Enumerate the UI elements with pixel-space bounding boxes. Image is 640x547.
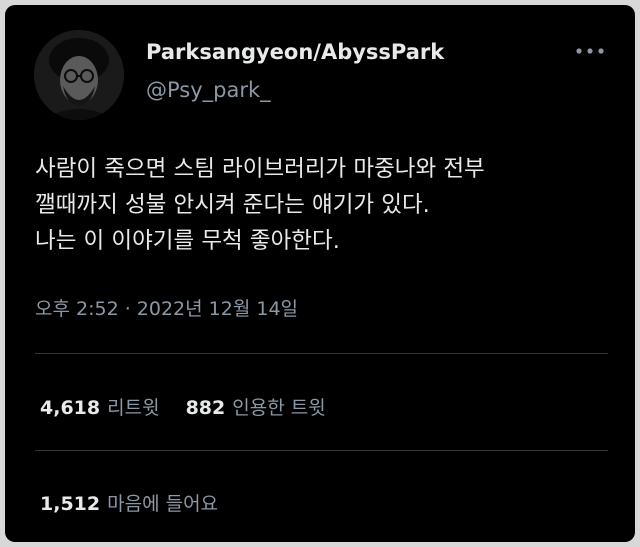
more-options-button[interactable] — [572, 41, 608, 61]
tweet-text-line: 깰때까지 성불 안시켜 준다는 얘기가 있다. — [35, 192, 430, 218]
retweets-stat[interactable]: 4,618 리트윗 — [40, 393, 160, 420]
quote-tweets-count: 882 — [185, 397, 226, 419]
quote-tweets-stat[interactable]: 882 인용한 트윗 — [186, 393, 326, 420]
user-handle[interactable]: @Psy_park_ — [146, 78, 271, 102]
quote-tweets-label: 인용한 트윗 — [232, 397, 326, 419]
engagement-stats-row: 4,618 리트윗 882 인용한 트윗 — [40, 393, 326, 420]
avatar[interactable] — [34, 30, 124, 120]
divider — [35, 353, 608, 354]
tweet-text: 사람이 죽으면 스팀 라이브러리가 마중나와 전부 깰때까지 성불 안시켜 준다… — [35, 151, 615, 259]
retweets-count: 4,618 — [40, 397, 101, 419]
likes-stat[interactable]: 1,512 마음에 들어요 — [40, 489, 218, 516]
tweet-text-line: 사람이 죽으면 스팀 라이브러리가 마중나와 전부 — [35, 156, 485, 182]
retweets-label: 리트윗 — [107, 397, 160, 419]
tweet-text-line: 나는 이 이야기를 무척 좋아한다. — [35, 228, 340, 254]
divider — [35, 450, 608, 451]
likes-count: 1,512 — [40, 493, 101, 515]
profile-photo-avatar — [34, 30, 124, 120]
tweet-timestamp[interactable]: 오후 2:52 · 2022년 12월 14일 — [35, 294, 298, 321]
display-name[interactable]: Parksangyeon/AbyssPark — [146, 40, 444, 64]
likes-label: 마음에 들어요 — [107, 493, 219, 515]
more-horizontal-icon — [576, 48, 604, 54]
tweet-card: Parksangyeon/AbyssPark @Psy_park_ 사람이 죽으… — [5, 5, 635, 542]
likes-stats-row: 1,512 마음에 들어요 — [40, 489, 218, 516]
